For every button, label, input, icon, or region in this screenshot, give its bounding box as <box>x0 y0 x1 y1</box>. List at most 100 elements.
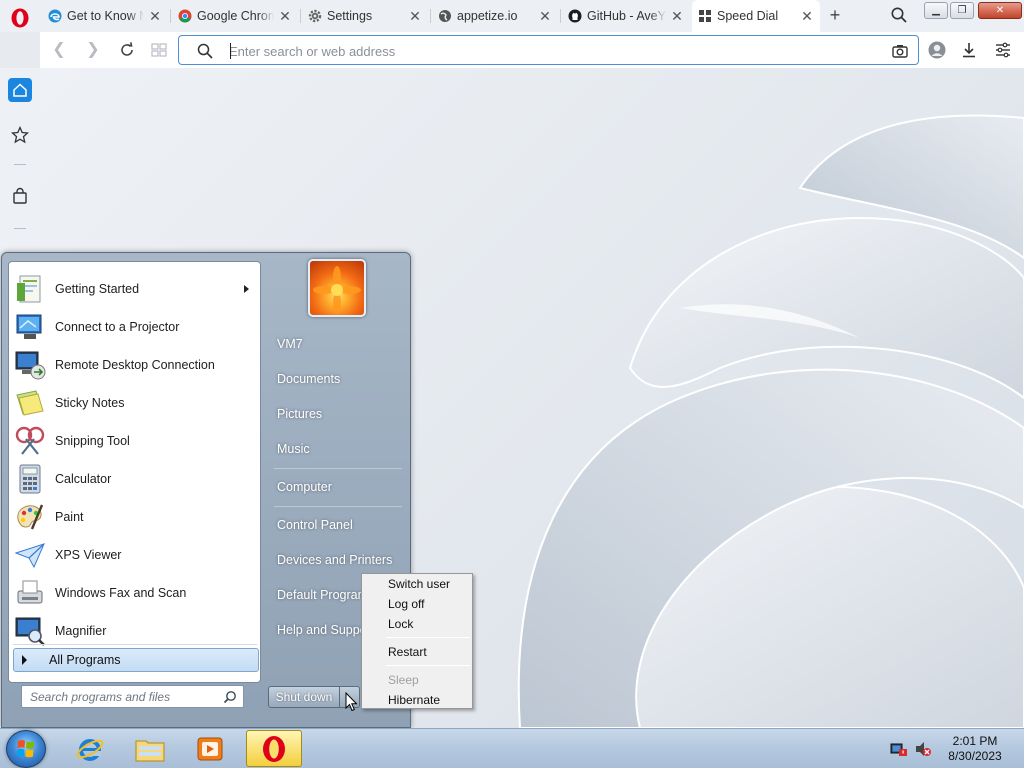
star-icon[interactable] <box>8 123 32 147</box>
minimize-button[interactable]: ▁ <box>924 2 948 19</box>
menu-item-log-off[interactable]: Log off <box>364 594 470 614</box>
close-tab-icon[interactable]: ✕ <box>148 8 162 24</box>
close-tab-icon[interactable]: ✕ <box>538 8 552 24</box>
program-label: Windows Fax and Scan <box>55 586 187 600</box>
menu-item-switch-user[interactable]: Switch user <box>364 574 470 594</box>
start-search-input[interactable] <box>30 689 220 705</box>
place-devices-printers[interactable]: Devices and Printers <box>268 545 408 575</box>
place-documents[interactable]: Documents <box>268 364 408 394</box>
submenu-arrow-icon[interactable] <box>244 285 249 293</box>
getting-started-icon <box>17 275 41 303</box>
globe-icon <box>438 9 452 23</box>
close-tab-icon[interactable]: ✕ <box>800 8 814 24</box>
all-programs-button[interactable]: All Programs <box>13 648 259 672</box>
tab-title: Speed Dial <box>717 9 779 23</box>
address-input[interactable] <box>229 42 869 60</box>
start-search-box[interactable] <box>21 685 244 708</box>
program-connect-projector[interactable]: Connect to a Projector <box>11 309 259 345</box>
tab-title: Google Chrom <box>197 9 274 23</box>
close-tab-icon[interactable]: ✕ <box>278 8 292 24</box>
program-sticky-notes[interactable]: Sticky Notes <box>11 385 259 421</box>
tab-divider <box>560 9 561 23</box>
close-tab-icon[interactable]: ✕ <box>670 8 684 24</box>
programs-divider <box>13 644 257 645</box>
place-computer[interactable]: Computer <box>268 472 408 502</box>
places-divider <box>274 468 402 469</box>
address-box[interactable] <box>178 35 919 65</box>
tab-search-icon[interactable] <box>890 6 908 24</box>
tab-divider <box>430 9 431 23</box>
place-control-panel[interactable]: Control Panel <box>268 510 408 540</box>
program-snipping-tool[interactable]: Snipping Tool <box>11 423 259 459</box>
browser-tab-bar: Get to Know M ✕ Google Chrom ✕ Settings … <box>0 0 1024 32</box>
start-button[interactable] <box>6 730 46 768</box>
download-icon[interactable] <box>960 41 978 59</box>
home-icon[interactable] <box>8 78 32 102</box>
place-music[interactable]: Music <box>268 434 408 464</box>
tab-appetize[interactable]: appetize.io ✕ <box>432 4 558 28</box>
shopping-bag-icon[interactable] <box>8 184 32 208</box>
program-paint[interactable]: Paint <box>11 499 259 535</box>
menu-item-restart[interactable]: Restart <box>364 642 470 662</box>
new-tab-plus-icon[interactable]: + <box>826 5 844 25</box>
shut-down-button[interactable]: Shut down <box>268 686 340 708</box>
place-user-folder[interactable]: VM7 <box>268 329 408 359</box>
magnifier-icon <box>15 617 45 646</box>
menu-divider <box>386 665 470 666</box>
close-tab-icon[interactable]: ✕ <box>408 8 422 24</box>
tab-title: appetize.io <box>457 9 518 23</box>
tab-settings[interactable]: Settings ✕ <box>302 4 428 28</box>
search-icon[interactable] <box>223 690 237 704</box>
forward-arrow-icon[interactable]: ❯ <box>84 41 102 59</box>
volume-muted-icon[interactable] <box>914 741 932 757</box>
camera-icon[interactable] <box>892 43 908 59</box>
menu-item-lock[interactable]: Lock <box>364 614 470 634</box>
back-arrow-icon[interactable]: ❮ <box>50 41 68 59</box>
program-label: Calculator <box>55 472 112 486</box>
place-pictures[interactable]: Pictures <box>268 399 408 429</box>
profile-icon[interactable] <box>928 41 946 59</box>
opera-menu-icon[interactable] <box>10 8 30 28</box>
program-label: Remote Desktop Connection <box>55 358 215 372</box>
windows-logo-icon <box>17 740 34 758</box>
program-calculator[interactable]: Calculator <box>11 461 259 497</box>
program-label: Snipping Tool <box>55 434 130 448</box>
snipping-tool-icon <box>15 426 45 455</box>
network-warning-icon[interactable] <box>890 741 908 757</box>
gear-icon <box>308 9 322 23</box>
sidebar-divider <box>14 164 26 165</box>
program-label: XPS Viewer <box>55 548 122 562</box>
tab-get-to-know[interactable]: Get to Know M ✕ <box>42 4 168 28</box>
easy-setup-icon[interactable] <box>994 41 1012 59</box>
clock-date: 8/30/2023 <box>948 749 1002 763</box>
taskbar-opera[interactable] <box>246 730 302 767</box>
reload-icon[interactable] <box>118 41 136 59</box>
address-toolbar: ❮ ❯ <box>40 32 1024 68</box>
program-label: Paint <box>55 510 84 524</box>
tab-title: GitHub - AveY <box>587 9 666 23</box>
start-menu-programs-pane: Getting Started Connect to a Projector R… <box>8 261 261 683</box>
taskbar-file-explorer[interactable] <box>122 730 178 767</box>
internet-explorer-icon <box>76 738 104 761</box>
restore-button[interactable]: ❐ <box>950 2 974 19</box>
tab-speed-dial[interactable]: Speed Dial ✕ <box>692 0 820 32</box>
program-xps-viewer[interactable]: XPS Viewer <box>11 537 259 573</box>
tab-divider <box>170 9 171 23</box>
program-getting-started[interactable]: Getting Started <box>11 271 259 307</box>
tiles-icon[interactable] <box>150 41 168 59</box>
taskbar-media-player[interactable] <box>182 730 238 767</box>
places-divider <box>274 506 402 507</box>
close-window-button[interactable]: ✕ <box>978 2 1022 19</box>
menu-item-hibernate[interactable]: Hibernate <box>364 690 470 710</box>
tab-github[interactable]: GitHub - AveY ✕ <box>562 4 690 28</box>
tab-google-chrome[interactable]: Google Chrom ✕ <box>172 4 298 28</box>
paint-icon <box>17 504 44 530</box>
system-clock[interactable]: 2:01 PM 8/30/2023 <box>940 734 1010 764</box>
file-explorer-icon <box>135 740 165 761</box>
program-remote-desktop[interactable]: Remote Desktop Connection <box>11 347 259 383</box>
program-label: Magnifier <box>55 624 107 638</box>
taskbar-internet-explorer[interactable] <box>62 730 118 767</box>
user-avatar[interactable] <box>308 259 366 317</box>
fax-scan-icon <box>17 580 43 604</box>
program-fax-scan[interactable]: Windows Fax and Scan <box>11 575 259 611</box>
